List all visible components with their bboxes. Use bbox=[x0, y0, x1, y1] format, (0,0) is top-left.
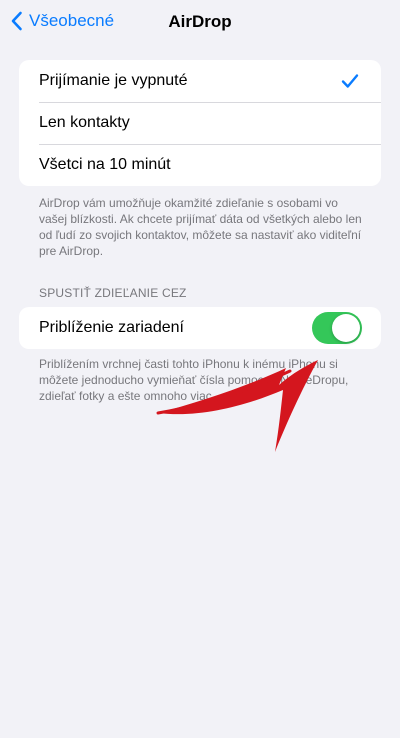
bringing-devices-together-row: Priblíženie zariadení bbox=[19, 307, 381, 349]
option-label: Len kontakty bbox=[39, 114, 130, 131]
section-header: SPUSTIŤ ZDIEĽANIE CEZ bbox=[39, 286, 187, 300]
option-label: Všetci na 10 minút bbox=[39, 156, 171, 173]
toggle-knob bbox=[332, 314, 360, 342]
option-contacts-only[interactable]: Len kontakty bbox=[19, 102, 381, 144]
checkmark-icon bbox=[341, 74, 359, 88]
bringing-devices-together-toggle[interactable] bbox=[312, 312, 362, 344]
namedrop-description: Priblížením vrchnej časti tohto iPhonu k… bbox=[39, 357, 349, 403]
navigation-bar: Všeobecné AirDrop bbox=[0, 0, 400, 44]
option-label: Prijímanie je vypnuté bbox=[39, 72, 188, 89]
airdrop-description: AirDrop vám umožňuje okamžité zdieľanie … bbox=[39, 196, 362, 258]
option-everyone-10-minutes[interactable]: Všetci na 10 minút bbox=[19, 144, 381, 186]
page-title: AirDrop bbox=[168, 12, 232, 31]
share-options-group: Priblíženie zariadení bbox=[19, 307, 381, 349]
option-receiving-off[interactable]: Prijímanie je vypnuté bbox=[19, 60, 381, 102]
receive-options-group: Prijímanie je vypnuté Len kontakty Všetc… bbox=[19, 60, 381, 186]
